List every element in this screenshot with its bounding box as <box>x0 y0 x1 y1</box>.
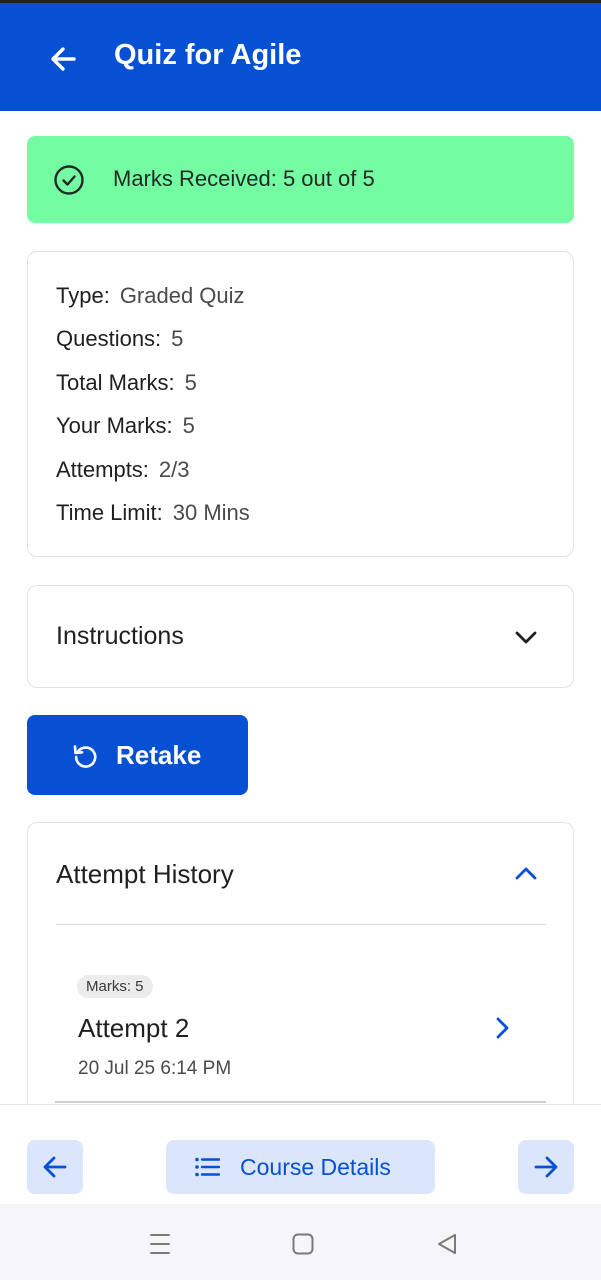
info-total-marks-value: 5 <box>184 370 197 395</box>
course-details-label: Course Details <box>240 1154 391 1180</box>
attempt-history-label: Attempt History <box>56 859 234 889</box>
home-icon[interactable] <box>291 1232 315 1256</box>
back-button[interactable] <box>44 41 84 77</box>
system-nav-bar <box>0 1204 601 1280</box>
app-bar: Quiz for Agile <box>0 3 601 111</box>
previous-button[interactable] <box>27 1140 83 1194</box>
attempt-list-item[interactable]: Marks: 5 Attempt 2 20 Jul 25 6:14 PM <box>56 963 546 1103</box>
arrow-left-icon <box>51 47 76 71</box>
arrow-left-icon <box>43 1156 67 1178</box>
chevron-up-icon[interactable] <box>513 863 539 885</box>
info-attempts-value: 2/3 <box>158 457 190 482</box>
info-questions: Questions: 5 <box>56 326 183 352</box>
marks-badge: Marks: 5 <box>77 975 153 998</box>
quiz-info-card: Type: Graded Quiz Questions: 5 Total Marks… <box>27 251 574 557</box>
info-time-limit: Time Limit: 30 Mins <box>56 500 250 526</box>
instructions-accordion[interactable]: Instructions <box>27 585 574 688</box>
info-attempts: Attempts: 2/3 <box>56 457 190 483</box>
attempt-date: 20 Jul 25 6:14 PM <box>78 1058 232 1079</box>
check-circle-icon <box>54 165 84 195</box>
info-type-label: Type: <box>56 283 110 308</box>
recents-icon[interactable] <box>149 1232 171 1256</box>
list-icon <box>195 1157 220 1177</box>
info-your-marks-label: Your Marks: <box>56 413 173 438</box>
info-questions-label: Questions: <box>56 326 162 351</box>
info-total-marks-label: Total Marks: <box>56 370 175 395</box>
bottom-nav-bar: Course Details <box>0 1104 601 1204</box>
attempt-history-accordion: Attempt History Marks: 5 Attempt 2 20 Ju… <box>27 822 574 1122</box>
info-your-marks-value: 5 <box>182 413 195 438</box>
retake-icon <box>73 745 97 768</box>
arrow-right-icon <box>534 1156 558 1178</box>
info-attempts-label: Attempts: <box>56 457 149 482</box>
info-questions-value: 5 <box>171 326 184 351</box>
attempt-name: Attempt 2 <box>78 1013 190 1043</box>
retake-button[interactable]: Retake <box>27 715 248 795</box>
info-time-limit-value: 30 Mins <box>172 500 250 525</box>
back-triangle-icon[interactable] <box>435 1232 459 1256</box>
marks-received-text: Marks Received: 5 out of 5 <box>113 166 375 191</box>
page-title: Quiz for Agile <box>114 39 302 71</box>
attempt-divider <box>55 1101 546 1103</box>
instructions-label: Instructions <box>56 622 184 650</box>
info-total-marks: Total Marks: 5 <box>56 370 197 396</box>
info-type: Type: Graded Quiz <box>56 283 245 309</box>
info-time-limit-label: Time Limit: <box>56 500 163 525</box>
course-details-button[interactable]: Course Details <box>166 1140 435 1194</box>
chevron-right-icon <box>496 1017 509 1039</box>
retake-label: Retake <box>116 740 202 770</box>
next-button[interactable] <box>518 1140 574 1194</box>
info-your-marks: Your Marks: 5 <box>56 413 195 439</box>
marks-received-banner: Marks Received: 5 out of 5 <box>27 136 574 223</box>
info-type-value: Graded Quiz <box>119 283 245 308</box>
divider <box>56 924 546 925</box>
chevron-down-icon[interactable] <box>513 626 539 648</box>
